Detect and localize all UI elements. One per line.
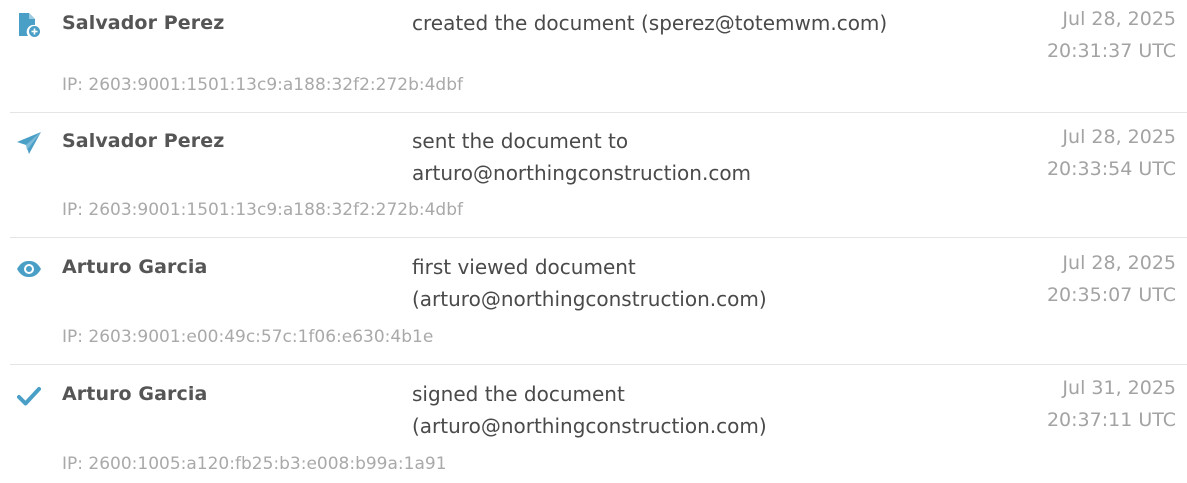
event-description-line: signed the document [412,382,625,406]
event-date: Jul 28, 2025 [1062,126,1176,148]
event-time: 20:37:11 UTC [1046,409,1176,431]
event-description-line: (arturo@northingconstruction.com) [412,414,767,438]
document-created-icon [16,12,42,38]
event-description: signed the document (arturo@northingcons… [412,378,972,442]
event-date: Jul 28, 2025 [1062,252,1176,274]
event-description-line: first viewed document [412,255,636,279]
actor-name: Salvador Perez [62,130,225,152]
event-ip-address: IP: 2603:9001:e00:49c:57c:1f06:e630:4b1e [62,327,434,347]
event-time: 20:33:54 UTC [1046,158,1176,180]
actor-name: Salvador Perez [62,12,225,34]
audit-trail-events: Salvador Perez created the document (spe… [0,0,1187,483]
event-timestamp: Jul 28, 2025 20:35:07 UTC [1047,247,1176,311]
event-divider [10,112,1187,113]
event-timestamp: Jul 28, 2025 20:31:37 UTC [1047,3,1176,67]
event-description: created the document (sperez@totemwm.com… [412,7,972,39]
event-divider [10,237,1187,238]
event-description-line: sent the document to [412,129,629,153]
event-description-line: arturo@northingconstruction.com [412,161,752,185]
event-ip-address: IP: 2603:9001:1501:13c9:a188:32f2:272b:4… [62,75,463,95]
event-description: first viewed document (arturo@northingco… [412,251,972,315]
event-date: Jul 28, 2025 [1062,8,1176,30]
event-description-line: (arturo@northingconstruction.com) [412,287,767,311]
checkmark-icon [16,383,42,409]
event-ip-address: IP: 2600:1005:a120:fb25:b3:e008:b99a:1a9… [62,454,447,474]
event-timestamp: Jul 31, 2025 20:37:11 UTC [1047,372,1176,436]
event-time: 20:35:07 UTC [1046,284,1176,306]
paper-plane-icon [16,130,42,156]
actor-name: Arturo Garcia [62,256,208,278]
event-date: Jul 31, 2025 [1062,377,1176,399]
actor-name: Arturo Garcia [62,383,208,405]
event-description-line: created the document (sperez@totemwm.com… [412,11,888,35]
event-timestamp: Jul 28, 2025 20:33:54 UTC [1047,121,1176,185]
event-description: sent the document to arturo@northingcons… [412,125,972,189]
event-divider [10,364,1187,365]
event-time: 20:31:37 UTC [1046,40,1176,62]
eye-icon [16,256,42,282]
event-ip-address: IP: 2603:9001:1501:13c9:a188:32f2:272b:4… [62,200,463,220]
